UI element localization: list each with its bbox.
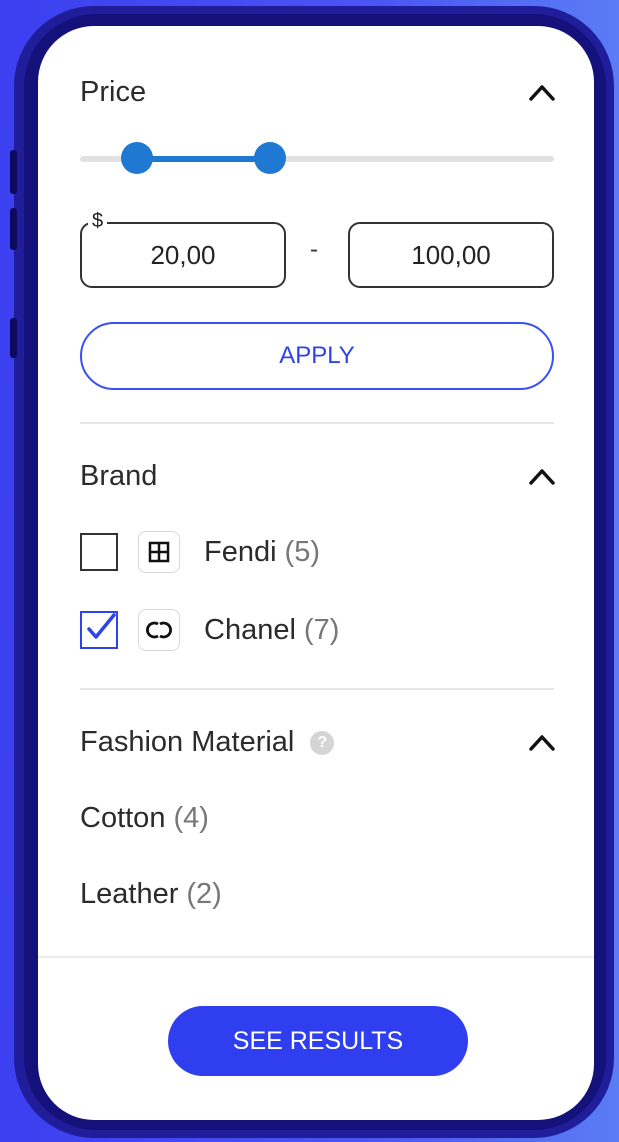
- price-slider-max-handle[interactable]: [253, 142, 286, 174]
- price-min-value: 20,00: [150, 239, 216, 270]
- brand-count: (7): [303, 613, 340, 646]
- price-slider-min-handle[interactable]: [120, 142, 153, 174]
- material-section-title: Fashion Material?: [80, 726, 335, 759]
- brand-count: (5): [284, 535, 320, 568]
- checkbox[interactable]: [80, 533, 118, 571]
- price-max-input[interactable]: 100,00: [348, 222, 554, 288]
- filter-panel: Price $ 20,00 - 100,00 APPLY Brand Fendi…: [38, 26, 594, 1120]
- material-option-cotton[interactable]: Cotton (4): [80, 802, 209, 835]
- currency-label: $: [88, 210, 108, 233]
- price-slider-track[interactable]: [80, 142, 554, 174]
- section-divider: [80, 688, 554, 690]
- price-range-separator: -: [310, 236, 318, 263]
- chevron-up-icon[interactable]: [528, 466, 556, 486]
- question-circle-icon[interactable]: ?: [310, 731, 335, 756]
- chanel-logo-icon: [138, 609, 180, 651]
- checkmark-icon: [87, 613, 116, 639]
- side-button: [10, 318, 17, 358]
- price-slider-range: [136, 156, 270, 162]
- section-divider: [80, 422, 554, 424]
- material-count: (2): [186, 878, 222, 910]
- brand-name: Fendi: [204, 535, 277, 568]
- brand-name: Chanel: [204, 613, 296, 646]
- side-button: [10, 150, 17, 194]
- material-name: Cotton: [80, 802, 166, 834]
- checkbox-checked[interactable]: [80, 611, 118, 649]
- chevron-up-icon[interactable]: [528, 82, 556, 102]
- side-button: [10, 208, 17, 250]
- fendi-logo-icon: [138, 531, 180, 573]
- apply-button[interactable]: APPLY: [80, 322, 554, 390]
- material-count: (4): [173, 802, 209, 834]
- material-title-text: Fashion Material: [80, 726, 295, 758]
- brand-section-title: Brand: [80, 460, 158, 492]
- price-max-value: 100,00: [411, 239, 491, 270]
- chevron-up-icon[interactable]: [528, 732, 556, 752]
- see-results-button[interactable]: SEE RESULTS: [168, 1006, 468, 1076]
- material-name: Leather: [80, 878, 179, 910]
- brand-option-fendi[interactable]: Fendi (5): [80, 530, 320, 574]
- material-option-leather[interactable]: Leather (2): [80, 878, 222, 911]
- price-section-title: Price: [80, 76, 147, 108]
- price-min-input[interactable]: $ 20,00: [80, 210, 286, 288]
- brand-option-chanel[interactable]: Chanel (7): [80, 608, 339, 652]
- footer-divider: [38, 956, 594, 958]
